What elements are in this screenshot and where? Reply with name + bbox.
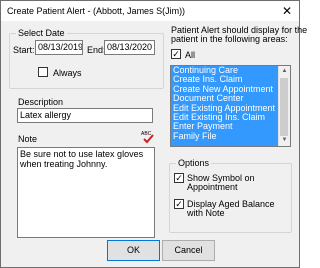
title-bar[interactable]: Create Patient Alert - (Abbott, James S(… — [1, 1, 299, 21]
create-patient-alert-dialog: Create Patient Alert - (Abbott, James S(… — [0, 0, 307, 268]
spellcheck-icon[interactable]: ABC — [140, 129, 156, 145]
note-label: Note — [18, 134, 38, 144]
scroll-up-icon[interactable]: ▲ — [279, 66, 290, 77]
always-label: Always — [53, 68, 82, 78]
start-date-field[interactable]: 08/13/2019 — [35, 40, 83, 55]
list-item[interactable]: Family File — [171, 132, 279, 141]
description-label: Description — [18, 97, 64, 107]
areas-list: Continuing Care Create Ins. Claim Create… — [171, 66, 279, 146]
list-item[interactable]: Edit Existing Appointment — [171, 104, 279, 113]
description-field[interactable]: Latex allergy — [17, 108, 153, 123]
close-icon[interactable]: ✕ — [281, 5, 293, 17]
show-symbol-checkbox[interactable]: ✓ — [174, 173, 184, 183]
scroll-thumb[interactable] — [280, 78, 288, 136]
areas-listbox[interactable]: Continuing Care Create Ins. Claim Create… — [170, 65, 291, 147]
cancel-button[interactable]: Cancel — [162, 240, 215, 261]
ok-button[interactable]: OK — [107, 240, 160, 261]
window-title: Create Patient Alert - (Abbott, James S(… — [7, 6, 186, 16]
dialog-body: Select Date Start: 08/13/2019 End: 08/13… — [1, 21, 307, 267]
list-item[interactable]: Enter Payment — [171, 122, 279, 131]
all-checkbox[interactable]: ✓ — [171, 49, 181, 59]
end-date-field[interactable]: 08/13/2020 — [104, 40, 155, 55]
start-date-label: Start: — [13, 45, 35, 55]
display-aged-balance-checkbox[interactable]: ✓ — [174, 199, 184, 209]
show-symbol-label-line2: Appointment — [187, 182, 238, 192]
svg-text:ABC: ABC — [141, 131, 152, 137]
list-item[interactable]: Document Center — [171, 94, 279, 103]
select-date-title: Select Date — [16, 28, 67, 38]
areas-header-line2: patient in the following areas: — [171, 34, 288, 44]
list-item[interactable]: Edit Existing Ins. Claim — [171, 113, 279, 122]
scroll-down-icon[interactable]: ▼ — [279, 135, 290, 146]
all-label: All — [185, 50, 196, 60]
always-checkbox[interactable] — [38, 67, 48, 77]
list-item[interactable]: Create Ins. Claim — [171, 75, 279, 84]
list-item[interactable]: Create New Appointment — [171, 85, 279, 94]
end-date-label: End: — [87, 45, 106, 55]
display-aged-label-line2: with Note — [187, 208, 225, 218]
list-item[interactable]: Continuing Care — [171, 66, 279, 75]
note-field[interactable]: Be sure not to use latex gloves when tre… — [17, 147, 155, 238]
options-title: Options — [176, 158, 212, 168]
areas-scrollbar[interactable]: ▲ ▼ — [278, 66, 290, 146]
